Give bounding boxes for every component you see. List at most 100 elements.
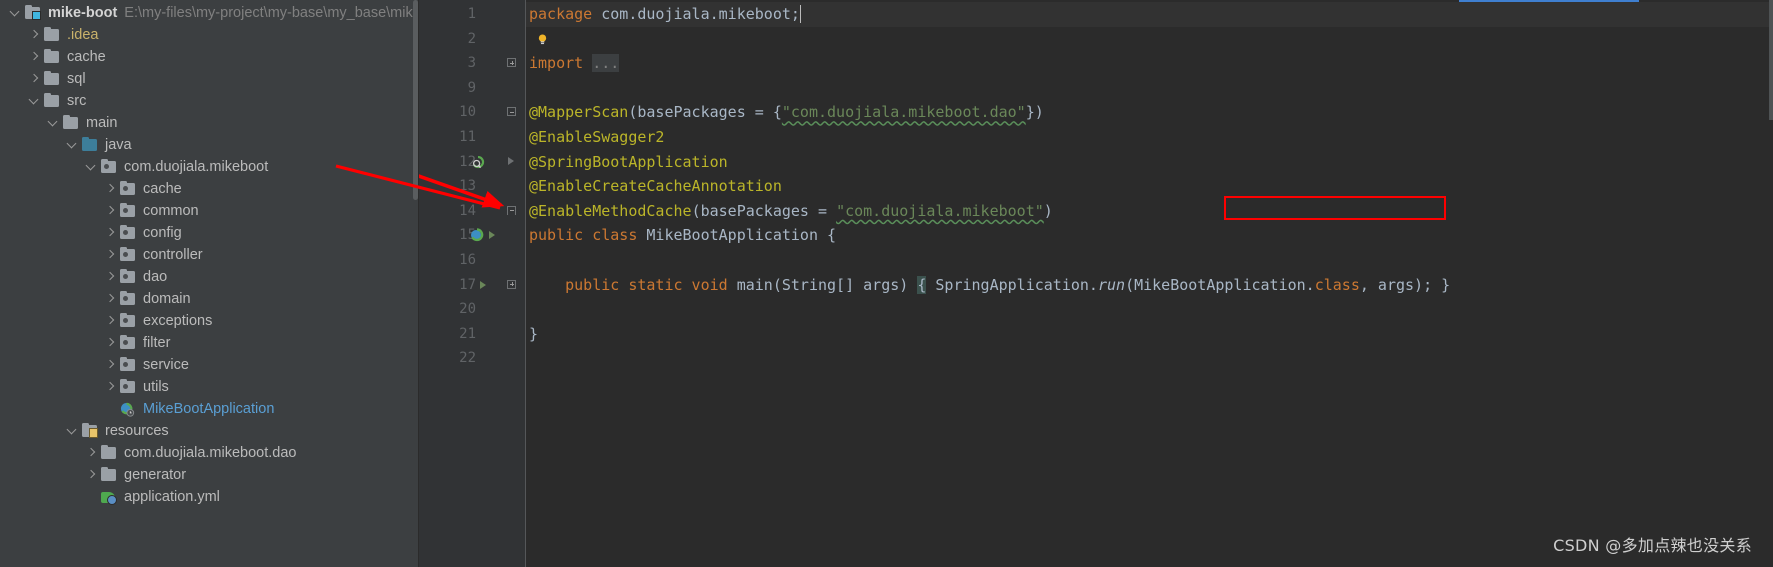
tree-item-exceptions[interactable]: exceptions (0, 310, 419, 332)
no-chevron (84, 486, 100, 508)
tree-item-cache[interactable]: cache (0, 178, 419, 200)
chevron-right-icon[interactable] (103, 244, 119, 266)
ide-window: mike-boot E:\my-files\my-project\my-base\… (0, 0, 1773, 567)
chevron-right-icon[interactable] (103, 332, 119, 354)
chevron-down-icon[interactable] (27, 90, 43, 112)
run-arrow-icon[interactable] (480, 280, 486, 289)
tree-item-sql[interactable]: sql (0, 68, 419, 90)
tree-item-service[interactable]: service (0, 354, 419, 376)
tree-item-generator[interactable]: generator (0, 464, 419, 486)
spring-bean-icon[interactable] (472, 155, 485, 169)
code-editor[interactable]: 1 package com.duojiala.mikeboot; 2 3 import … (419, 0, 1773, 567)
tree-item-label: com.duojiala.mikeboot (124, 159, 269, 175)
tree-item-src[interactable]: src (0, 90, 419, 112)
yaml-file-icon (100, 489, 118, 505)
tree-item-filter[interactable]: filter (0, 332, 419, 354)
chevron-right-icon[interactable] (103, 310, 119, 332)
fold-region-end-icon[interactable] (507, 205, 516, 215)
code-tokens: @EnableCreateCacheAnnotation (529, 177, 782, 196)
chevron-right-icon[interactable] (84, 464, 100, 486)
tree-item-mikebootapplication[interactable]: MikeBootApplication (0, 398, 419, 420)
code-line[interactable]: 2 (419, 27, 1773, 52)
code-line[interactable]: 16 (419, 248, 1773, 273)
lightbulb-icon[interactable] (537, 34, 548, 45)
chevron-right-icon[interactable] (84, 442, 100, 464)
red-highlight-box (1224, 196, 1446, 220)
folder-icon (43, 70, 61, 87)
chevron-down-icon[interactable] (46, 112, 62, 134)
chevron-right-icon[interactable] (103, 178, 119, 200)
chevron-down-icon[interactable] (65, 420, 81, 442)
line-number: 12 (459, 153, 476, 170)
chevron-down-icon[interactable] (84, 156, 100, 178)
folder-icon (100, 466, 118, 483)
chevron-right-icon[interactable] (27, 24, 43, 46)
tree-item-controller[interactable]: controller (0, 244, 419, 266)
code-line[interactable]: 9 (419, 76, 1773, 101)
tree-item-dao[interactable]: dao (0, 266, 419, 288)
fold-expand-icon[interactable] (507, 279, 516, 289)
chevron-right-icon[interactable] (103, 354, 119, 376)
chevron-right-icon[interactable] (103, 222, 119, 244)
tree-item-utils[interactable]: utils (0, 376, 419, 398)
project-tree-panel[interactable]: mike-boot E:\my-files\my-project\my-base\… (0, 0, 419, 567)
tree-item-label: application.yml (124, 489, 220, 505)
tree-item-application-yml[interactable]: application.yml (0, 486, 419, 508)
active-tab-underline (1459, 0, 1639, 2)
tree-item-domain[interactable]: domain (0, 288, 419, 310)
fold-expand-icon[interactable] (507, 58, 516, 68)
code-tokens: public static void main(String[] args) {… (565, 275, 1451, 294)
line-number: 22 (459, 350, 476, 367)
chevron-right-icon[interactable] (103, 266, 119, 288)
code-line[interactable]: 12 @SpringBootApplication (419, 150, 1773, 175)
tree-item-java[interactable]: java (0, 134, 419, 156)
line-number: 1 (467, 6, 476, 22)
code-line[interactable]: 3 import ... (419, 51, 1773, 76)
code-line[interactable]: 15 public class MikeBootApplication { (419, 223, 1773, 248)
tree-item-common[interactable]: common (0, 200, 419, 222)
resources-folder-icon (81, 422, 99, 439)
code-line[interactable]: 17 public static void main(String[] args… (419, 273, 1773, 298)
code-line[interactable]: 20 (419, 297, 1773, 322)
code-line[interactable]: 21} (419, 322, 1773, 347)
chevron-right-icon[interactable] (27, 46, 43, 68)
tree-item-com-duojiala-mikeboot-dao[interactable]: com.duojiala.mikeboot.dao (0, 442, 419, 464)
code-line[interactable]: 14 @EnableMethodCache(basePackages = "com… (419, 199, 1773, 224)
code-line[interactable]: 11 @EnableSwagger2 (419, 125, 1773, 150)
line-number: 9 (467, 79, 476, 96)
fold-collapse-icon[interactable] (507, 107, 516, 117)
tree-item-label: controller (143, 247, 203, 263)
chevron-right-icon[interactable] (27, 68, 43, 90)
project-tree-list[interactable]: mike-boot E:\my-files\my-project\my-base\… (0, 2, 419, 508)
tree-item-config[interactable]: config (0, 222, 419, 244)
chevron-right-icon[interactable] (103, 288, 119, 310)
tree-item-resources[interactable]: resources (0, 420, 419, 442)
tree-item--idea[interactable]: .idea (0, 24, 419, 46)
tree-item-label: src (67, 93, 87, 109)
watermark-text: CSDN @多加点辣也没关系 (1553, 536, 1752, 555)
code-line[interactable]: 10 @MapperScan(basePackages = {"com.duoji… (419, 100, 1773, 125)
tree-item-main[interactable]: main (0, 112, 419, 134)
fold-marker-icon[interactable] (508, 156, 514, 165)
tree-item-label: MikeBootApplication (143, 401, 275, 417)
code-line[interactable]: 22 (419, 346, 1773, 371)
chevron-down-icon[interactable] (65, 134, 81, 156)
line-number: 20 (459, 301, 476, 318)
code-line[interactable]: 13 @EnableCreateCacheAnnotation (419, 174, 1773, 199)
tree-item-label: service (143, 357, 189, 373)
package-icon (119, 246, 137, 263)
chevron-down-icon[interactable] (8, 2, 24, 24)
editor-scrollbar[interactable] (1769, 0, 1773, 120)
tree-item-com-duojiala-mikeboot[interactable]: com.duojiala.mikeboot (0, 156, 419, 178)
gutter-run-icon[interactable] (489, 231, 495, 240)
spring-boot-icon[interactable] (470, 228, 484, 242)
chevron-right-icon[interactable] (103, 376, 119, 398)
code-line[interactable]: 1 package com.duojiala.mikeboot; (419, 2, 1773, 27)
package-icon (119, 180, 137, 197)
tree-root-mike-boot[interactable]: mike-boot E:\my-files\my-project\my-base\… (0, 2, 419, 24)
tree-item-label: dao (143, 269, 168, 285)
tree-item-cache[interactable]: cache (0, 46, 419, 68)
folder-icon (43, 26, 61, 43)
chevron-right-icon[interactable] (103, 200, 119, 222)
line-number: 11 (459, 129, 476, 145)
